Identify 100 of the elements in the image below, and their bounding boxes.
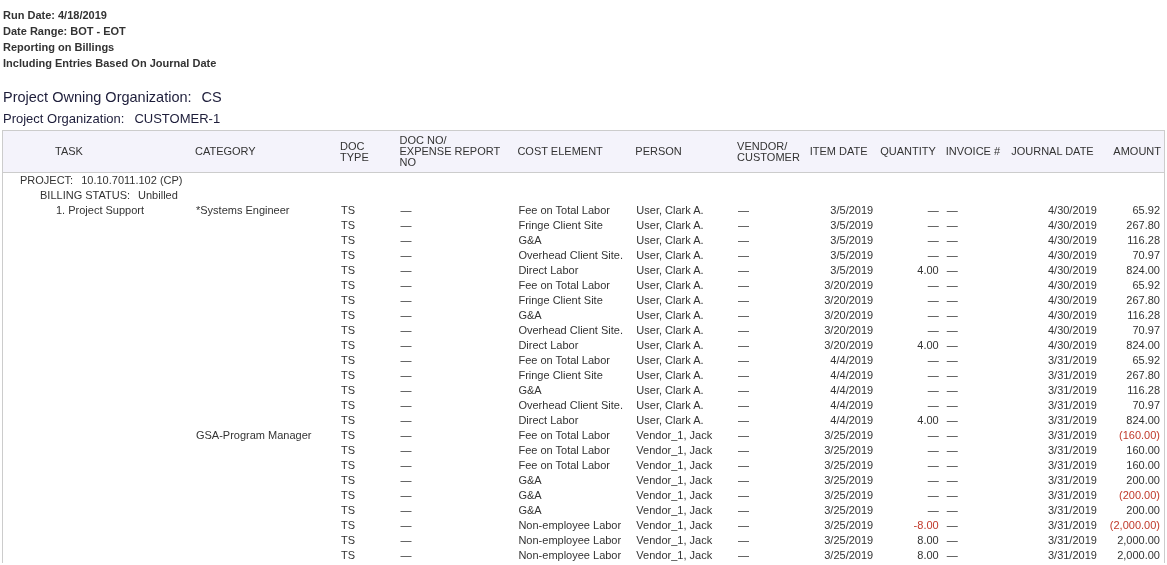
doc-no-cell-text: — — [399, 503, 413, 518]
doc-type-cell-text: TS — [340, 503, 357, 518]
doc-type-cell-text: TS — [340, 458, 357, 473]
doc-type-cell-text: TS — [340, 323, 357, 338]
item-date-cell-text: 3/25/2019 — [823, 533, 875, 548]
cost-element-cell-text: Non-employee Labor — [517, 533, 623, 548]
journal-date-cell-text: 3/31/2019 — [1046, 353, 1098, 368]
item-date-cell-text: 3/25/2019 — [823, 488, 875, 503]
vendor-cell-text: — — [737, 368, 751, 383]
amount-cell: 824.00 — [1100, 338, 1165, 353]
doc-type-cell-text: TS — [340, 518, 357, 533]
item-date-cell-text: 3/25/2019 — [823, 548, 875, 563]
cost-element-cell-text: Direct Labor — [517, 413, 580, 428]
doc-type-cell-text: TS — [340, 443, 357, 458]
cost-element-cell-text: Direct Labor — [517, 263, 580, 278]
item-date-cell-text: 3/25/2019 — [823, 503, 875, 518]
column-header: QUANTITY — [877, 130, 943, 173]
vendor-cell-text: — — [737, 233, 751, 248]
person-cell-text: Vendor_1, Jack — [635, 518, 714, 533]
doc-type-cell-text: TS — [340, 338, 357, 353]
amount-cell: 65.92 — [1100, 278, 1165, 293]
cost-element-cell-text: Non-employee Labor — [517, 548, 623, 563]
doc-type-cell-text: TS — [340, 473, 357, 488]
vendor-cell-text: — — [737, 428, 751, 443]
journal-date-cell-text: 3/31/2019 — [1046, 368, 1098, 383]
invoice-cell-text: — — [945, 248, 959, 263]
project-value: 10.10.7011.102 (CP) — [81, 173, 183, 188]
invoice-cell-text: — — [945, 338, 959, 353]
invoice-cell-text: — — [945, 488, 959, 503]
quantity-cell-text: — — [926, 383, 940, 398]
journal-date-cell-text: 4/30/2019 — [1046, 218, 1098, 233]
item-date-cell-text: 3/20/2019 — [823, 338, 875, 353]
doc-type-cell-text: TS — [340, 488, 357, 503]
person-cell-text: Vendor_1, Jack — [635, 443, 714, 458]
vendor-cell-text: — — [737, 443, 751, 458]
item-date-cell-text: 3/20/2019 — [823, 323, 875, 338]
person-cell-text: User, Clark A. — [635, 323, 705, 338]
column-header: AMOUNT — [1100, 130, 1165, 173]
invoice-cell-text: — — [945, 443, 959, 458]
amount-cell: 2,000.00 — [1100, 533, 1165, 548]
vendor-cell-text: — — [737, 458, 751, 473]
journal-date-cell-text: 4/30/2019 — [1046, 263, 1098, 278]
amount-cell: 160.00 — [1100, 443, 1165, 458]
quantity-cell-text: — — [926, 473, 940, 488]
vendor-cell-text: — — [737, 383, 751, 398]
cost-element-cell-text: Fee on Total Labor — [517, 203, 611, 218]
item-date-cell-text: 3/5/2019 — [829, 248, 875, 263]
amount-cell: (2,000.00) — [1100, 518, 1165, 533]
cost-element-cell-text: Fee on Total Labor — [517, 458, 611, 473]
quantity-cell-text: — — [926, 218, 940, 233]
person-cell-text: User, Clark A. — [635, 368, 705, 383]
vendor-cell-text: — — [737, 503, 751, 518]
cost-element-cell-text: Fee on Total Labor — [517, 443, 611, 458]
column-header: INVOICE # — [942, 130, 1009, 173]
doc-type-cell-text: TS — [340, 308, 357, 323]
invoice-cell-text: — — [945, 503, 959, 518]
journal-date-cell-text: 3/31/2019 — [1046, 533, 1098, 548]
amount-cell: (200.00) — [1100, 488, 1165, 503]
doc-no-cell-text: — — [399, 233, 413, 248]
invoice-cell-text: — — [945, 323, 959, 338]
journal-date-cell-text: 3/31/2019 — [1046, 443, 1098, 458]
amount-cell: 267.80 — [1100, 218, 1165, 233]
cost-element-cell-text: Overhead Client Site. — [517, 323, 624, 338]
journal-date-cell-text: 4/30/2019 — [1046, 203, 1098, 218]
doc-no-cell-text: — — [399, 353, 413, 368]
cost-element-cell-text: Fee on Total Labor — [517, 278, 611, 293]
person-cell-text: Vendor_1, Jack — [635, 548, 714, 563]
quantity-cell-text: 4.00 — [916, 338, 940, 353]
quantity-cell-text: — — [926, 203, 940, 218]
quantity-cell-text: — — [926, 323, 940, 338]
item-date-cell-text: 3/5/2019 — [829, 233, 875, 248]
invoice-cell-text: — — [945, 398, 959, 413]
doc-type-cell-text: TS — [340, 233, 357, 248]
item-date-cell-text: 3/20/2019 — [823, 278, 875, 293]
invoice-cell-text: — — [945, 353, 959, 368]
person-cell-text: User, Clark A. — [635, 278, 705, 293]
report-info-line: Date Range: BOT - EOT — [3, 24, 127, 39]
journal-date-cell-text: 3/31/2019 — [1046, 398, 1098, 413]
doc-no-cell-text: — — [399, 293, 413, 308]
invoice-cell-text: — — [945, 263, 959, 278]
doc-type-cell-text: TS — [340, 398, 357, 413]
quantity-cell-text: — — [926, 353, 940, 368]
invoice-cell-text: — — [945, 308, 959, 323]
quantity-cell-text: — — [926, 443, 940, 458]
doc-no-cell-text: — — [399, 368, 413, 383]
cost-element-cell-text: G&A — [517, 308, 543, 323]
journal-date-cell-text: 3/31/2019 — [1046, 548, 1098, 563]
quantity-cell-text: 8.00 — [916, 548, 940, 563]
column-header: JOURNAL DATE — [1008, 130, 1101, 173]
doc-type-cell-text: TS — [340, 548, 357, 563]
vendor-cell-text: — — [737, 548, 751, 563]
person-cell-text: Vendor_1, Jack — [635, 428, 714, 443]
vendor-cell-text: — — [737, 263, 751, 278]
cost-element-cell-text: Overhead Client Site. — [517, 248, 624, 263]
vendor-cell-text: — — [737, 413, 751, 428]
invoice-cell-text: — — [945, 518, 959, 533]
column-header: DOC NO/ EXPENSE REPORT NO — [396, 130, 515, 173]
journal-date-cell-text: 3/31/2019 — [1046, 473, 1098, 488]
doc-type-cell-text: TS — [340, 218, 357, 233]
vendor-cell-text: — — [737, 518, 751, 533]
